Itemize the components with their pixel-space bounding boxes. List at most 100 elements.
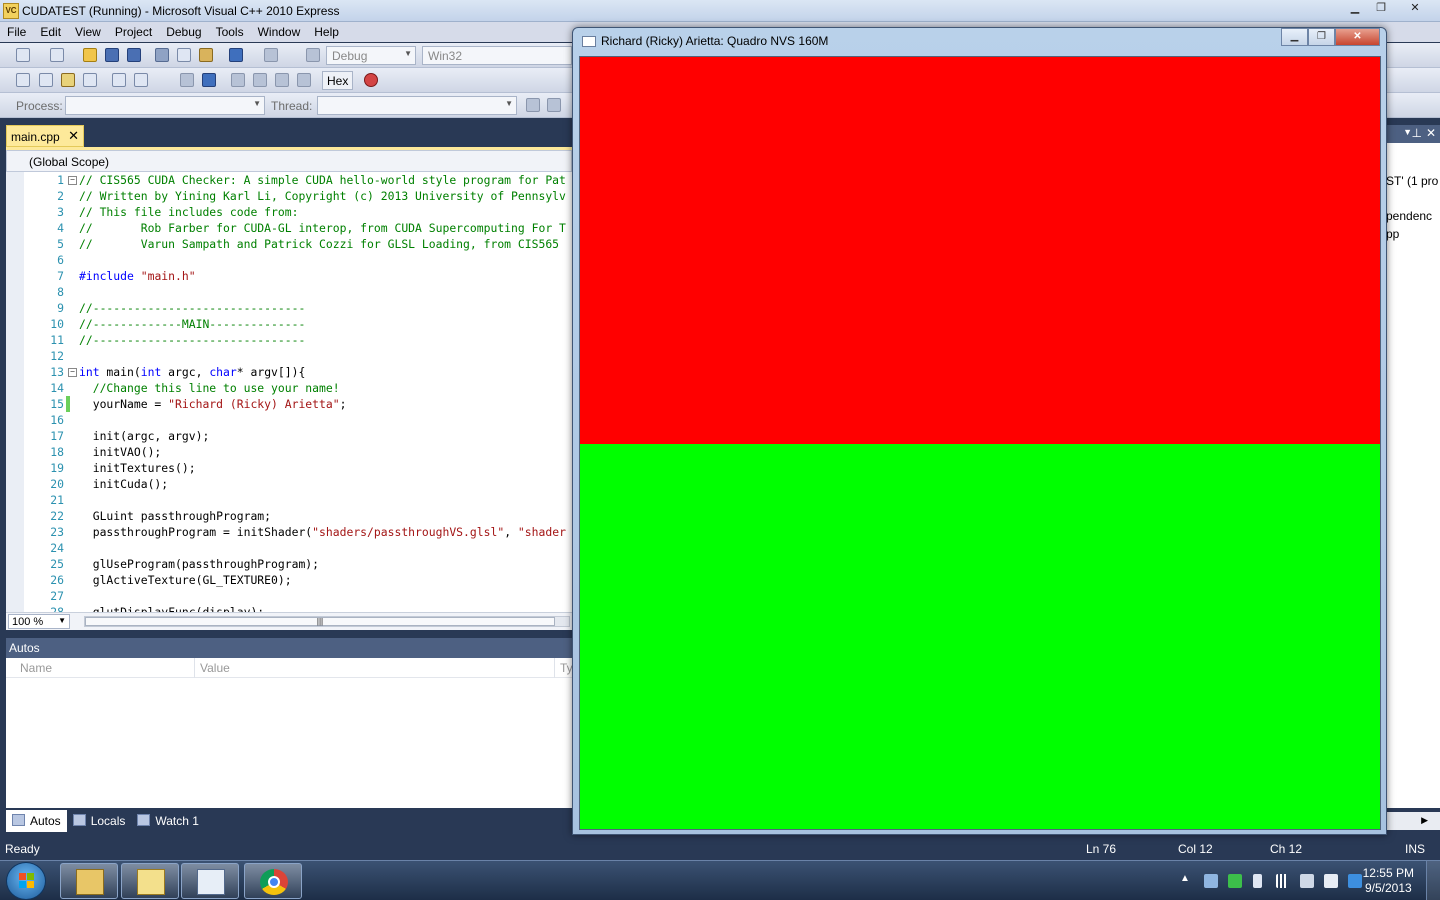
column-name[interactable]: Name [20,661,52,675]
open-folder-icon[interactable] [83,48,97,62]
menu-view[interactable]: View [68,22,108,42]
breakpoint-icon[interactable] [364,73,378,87]
code-line[interactable]: 19 initTextures(); [24,460,572,476]
action-center-flag-icon[interactable] [1324,874,1338,888]
clock[interactable]: 12:55 PM 9/5/2013 [1363,866,1414,896]
gl-output-window[interactable]: Richard (Ricky) Arietta: Quadro NVS 160M… [572,27,1387,835]
continue-icon[interactable] [180,73,194,87]
solution-icon[interactable] [16,73,30,87]
code-line[interactable]: 10 //-------------MAIN-------------- [24,316,572,332]
menu-window[interactable]: Window [251,22,308,42]
copy-icon[interactable] [177,48,191,62]
scrollbar-thumb[interactable]: ||| [85,617,555,626]
menu-help[interactable]: Help [307,22,346,42]
menu-debug[interactable]: Debug [159,22,208,42]
redo-icon[interactable] [264,48,278,62]
pointer-icon[interactable] [61,73,75,87]
code-line[interactable]: 3 // This file includes code from: [24,204,572,220]
code-line[interactable]: 18 initVAO(); [24,444,572,460]
menu-file[interactable]: File [0,22,33,42]
show-desktop-button[interactable] [1426,861,1440,900]
tab-main-cpp[interactable]: main.cpp ✕ [6,125,84,147]
code-line[interactable]: 22 GLuint passthroughProgram; [24,508,572,524]
solution-item[interactable]: pp [1386,227,1440,241]
save-all-icon[interactable] [127,48,141,62]
code-line[interactable]: 13− int main(int argc, char* argv[]){ [24,364,572,380]
code-line[interactable]: 12 [24,348,572,364]
new-project-icon[interactable] [16,48,30,62]
horizontal-scrollbar[interactable]: ▶ [1384,812,1440,830]
checkmark-icon[interactable] [1228,874,1242,888]
start-debugging-icon[interactable] [306,48,320,62]
properties-icon[interactable] [39,73,53,87]
column-divider[interactable] [554,658,555,678]
code-line[interactable]: 15 yourName = "Richard (Ricky) Arietta"; [24,396,572,412]
pin-icon[interactable]: ⊥ [1412,126,1422,140]
scope-dropdown[interactable]: (Global Scope) [6,150,572,172]
start-button[interactable] [6,862,46,900]
code-line[interactable]: 28 glutDisplayFunc(display); [24,604,572,612]
close-button[interactable]: ✕ [1394,0,1436,17]
filter-icon[interactable] [526,98,540,112]
close-button[interactable]: ✕ [1335,28,1380,46]
paste-icon[interactable] [199,48,213,62]
restore-button[interactable]: ❐ [1368,0,1394,17]
hex-toggle-button[interactable]: Hex [322,71,354,90]
code-editor[interactable]: 1−// CIS565 CUDA Checker: A simple CUDA … [6,172,572,612]
signal-bars-icon[interactable] [1276,874,1290,888]
show-hidden-icons-icon[interactable]: ▲ [1180,873,1190,884]
menu-tools[interactable]: Tools [209,22,251,42]
step-out-icon[interactable] [297,73,311,87]
code-line[interactable]: 23 passthroughProgram = initShader("shad… [24,524,572,540]
step-over-icon[interactable] [275,73,289,87]
code-line[interactable]: 4 // Rob Farber for CUDA-GL interop, from… [24,220,572,236]
comment-icon[interactable] [134,73,148,87]
minimize-button[interactable]: ▁ [1342,0,1368,17]
step-into-icon[interactable] [253,73,267,87]
taskbar-visual-studio[interactable] [121,863,179,899]
gl-canvas[interactable] [579,56,1381,830]
solution-explorer-panel[interactable]: ST' (1 pro pendenc pp [1384,143,1440,808]
taskbar-explorer[interactable] [60,863,118,899]
menu-project[interactable]: Project [108,22,159,42]
show-next-statement-icon[interactable] [231,73,245,87]
undo-icon[interactable] [229,48,243,62]
cut-icon[interactable] [155,48,169,62]
code-line[interactable]: 6 [24,252,572,268]
code-line[interactable]: 24 [24,540,572,556]
code-line[interactable]: 25 glUseProgram(passthroughProgram); [24,556,572,572]
minimize-button[interactable]: ▁ [1281,28,1308,46]
code-line[interactable]: 14 //Change this line to use your name! [24,380,572,396]
code-line[interactable]: 17 init(argc, argv); [24,428,572,444]
configuration-dropdown[interactable]: Debug ▼ [326,46,416,65]
vs-title-bar[interactable]: VC CUDATEST (Running) - Microsoft Visual… [0,0,1440,22]
tab-watch-1[interactable]: Watch 1 [131,810,205,832]
solution-item[interactable]: ST' (1 pro [1386,174,1440,188]
code-line[interactable]: 26 glActiveTexture(GL_TEXTURE0); [24,572,572,588]
battery-icon[interactable] [1253,874,1262,888]
collapse-icon[interactable]: − [68,176,77,185]
dropbox-icon[interactable] [1348,874,1362,888]
taskbar-console[interactable] [181,863,239,899]
code-line[interactable]: 11 //------------------------------- [24,332,572,348]
volume-icon[interactable] [1300,874,1314,888]
zoom-dropdown[interactable]: 100 % ▼ [8,614,70,629]
tab-locals[interactable]: Locals [67,810,132,832]
network-share-icon[interactable] [1204,874,1218,888]
tab-autos[interactable]: Autos [6,810,67,832]
code-line[interactable]: 20 initCuda(); [24,476,572,492]
code-line[interactable]: 2 // Written by Yining Karl Li, Copyright… [24,188,572,204]
menu-edit[interactable]: Edit [33,22,68,42]
indent-icon[interactable] [112,73,126,87]
column-divider[interactable] [194,658,195,678]
code-line[interactable]: 7 #include "main.h" [24,268,572,284]
code-line[interactable]: 21 [24,492,572,508]
platform-dropdown[interactable]: Win32 [422,46,572,65]
flag-thread-icon[interactable] [547,98,561,112]
column-type[interactable]: Ty [560,661,573,675]
maximize-button[interactable]: ❐ [1308,28,1335,46]
taskbar-chrome[interactable] [244,863,302,899]
code-line[interactable]: 27 [24,588,572,604]
horizontal-scrollbar[interactable]: ||| [84,616,570,627]
add-item-icon[interactable] [50,48,64,62]
